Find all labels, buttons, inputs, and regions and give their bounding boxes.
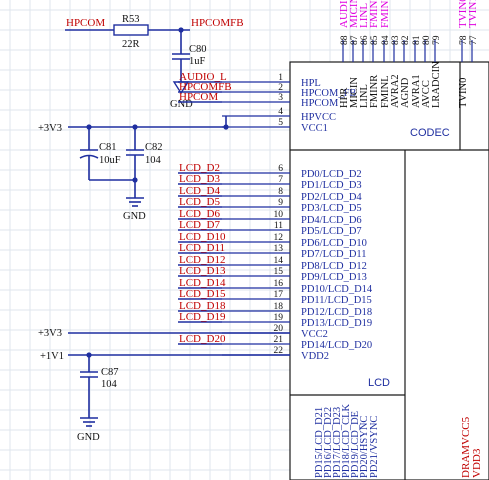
top-pins: AUDIO88HPRMICIN87MICINLINL86LINLFMINR85F… — [338, 0, 479, 108]
top-net-label-84: FMINL — [379, 0, 391, 28]
pin-number-77: 77 — [469, 35, 479, 45]
r53-resistor — [113, 24, 149, 36]
pin-name-19: PD13/LCD_D19 — [301, 318, 372, 329]
pin-name-7: PD1/LCD_D3 — [301, 180, 362, 191]
bottom-pin-name-6: PD21/VSYNC — [369, 416, 380, 478]
c81-value: 10uF — [99, 155, 121, 166]
pin-number-6: 6 — [278, 164, 283, 174]
net-label-7: LCD_D3 — [179, 173, 220, 185]
hpcomfb-net-label: HPCOMFB — [191, 17, 244, 29]
pin-number-2: 2 — [278, 83, 283, 93]
pin-number-7: 7 — [278, 175, 283, 185]
pin-name-82: AGND — [400, 77, 411, 108]
c80-ref: C80 — [189, 44, 207, 55]
pin-number-82: 82 — [401, 35, 411, 45]
net-label-11: LCD_D7 — [179, 219, 220, 231]
v11-label: +1V1 — [40, 351, 64, 362]
pin-number-83: 83 — [391, 35, 401, 45]
gnd-icon — [80, 417, 98, 427]
pin-name-15: PD9/LCD_D13 — [301, 272, 367, 283]
net-label-21: LCD_D20 — [179, 333, 226, 345]
net-label-15: LCD_D13 — [179, 265, 226, 277]
pin-number-8: 8 — [278, 187, 283, 197]
pin-name-17: PD11/LCD_D15 — [301, 295, 372, 306]
pin-number-12: 12 — [274, 233, 284, 243]
pin-number-1: 1 — [278, 73, 283, 83]
pin-number-9: 9 — [278, 198, 283, 208]
top-net-label-77: TVIN1 — [467, 0, 479, 28]
pin-number-86: 86 — [360, 35, 370, 45]
pin-number-80: 80 — [422, 35, 432, 45]
pin-name-13: PD7/LCD_D11 — [301, 249, 367, 260]
pin-number-10: 10 — [274, 210, 284, 220]
gnd-icon — [126, 197, 144, 207]
pin-name-85: FMINR — [369, 75, 380, 108]
pin-number-14: 14 — [274, 256, 284, 266]
schematic: CODEC LCD HPCOM HPCOMFB R53 22R C80 1uF … — [0, 0, 489, 480]
pin-number-20: 20 — [274, 324, 284, 334]
codec-block-label: CODEC — [410, 127, 450, 139]
hpcom-net-label: HPCOM — [66, 17, 105, 29]
gnd-label-c82: GND — [123, 211, 146, 222]
pin-name-11: PD5/LCD_D7 — [301, 226, 362, 237]
pin-number-87: 87 — [350, 35, 360, 45]
pin-number-79: 79 — [432, 35, 442, 45]
lcd-block-label: LCD — [368, 377, 390, 389]
net-label-9: LCD_D5 — [179, 196, 220, 208]
net-label-3: HPCOM — [179, 91, 218, 103]
c81-ref: C81 — [99, 142, 117, 153]
pin-name-10: PD4/LCD_D6 — [301, 215, 362, 226]
c87-value: 104 — [101, 379, 118, 390]
c87-ref: C87 — [101, 367, 119, 378]
pin-name-12: PD6/LCD_D10 — [301, 238, 367, 249]
junction-gnd-c82 — [132, 177, 138, 183]
pin-name-6: PD0/LCD_D2 — [301, 169, 362, 180]
pin-name-21: PD14/LCD_D20 — [301, 340, 372, 351]
r53-value: 22R — [122, 39, 140, 50]
pin-number-21: 21 — [274, 335, 284, 345]
pin-number-88: 88 — [340, 35, 350, 45]
pin-number-84: 84 — [381, 35, 391, 45]
pin-number-4: 4 — [278, 107, 283, 117]
pin-name-3: HPCOM — [301, 98, 339, 109]
pin-number-17: 17 — [274, 290, 284, 300]
pin-number-85: 85 — [370, 35, 380, 45]
pin-number-16: 16 — [274, 279, 284, 289]
pin-name-4: HPVCC — [301, 112, 336, 123]
pin-number-15: 15 — [274, 267, 284, 277]
pin-number-18: 18 — [274, 302, 284, 312]
bottom-pin-name-8: VDD3 — [471, 448, 483, 478]
pin-name-78: TVIN0 — [458, 78, 469, 108]
pin-name-8: PD2/LCD_D4 — [301, 192, 362, 203]
pin-name-9: PD3/LCD_D5 — [301, 203, 362, 214]
pin-number-81: 81 — [412, 35, 422, 45]
pin-name-5: VCC1 — [301, 123, 328, 134]
net-label-17: LCD_D15 — [179, 288, 226, 300]
pin-number-3: 3 — [278, 93, 283, 103]
c82-value: 104 — [145, 155, 162, 166]
pin-name-20: VCC2 — [301, 329, 328, 340]
r53-ref: R53 — [122, 14, 140, 25]
c82-ref: C82 — [145, 142, 163, 153]
pin-number-5: 5 — [278, 118, 283, 128]
pin-name-79: LRADCIN — [431, 61, 442, 108]
gnd-label-c87: GND — [77, 432, 100, 443]
pin-name-14: PD8/LCD_D12 — [301, 261, 367, 272]
pin-number-11: 11 — [274, 221, 283, 231]
pin-name-18: PD12/LCD_D18 — [301, 307, 372, 318]
pin-number-19: 19 — [274, 313, 284, 323]
pin-number-22: 22 — [274, 346, 284, 356]
pin-name-22: VDD2 — [301, 351, 329, 362]
pin-number-13: 13 — [274, 244, 284, 254]
pin-name-16: PD10/LCD_D14 — [301, 284, 373, 295]
v33-label-bottom: +3V3 — [38, 328, 62, 339]
pin-number-78: 78 — [459, 35, 469, 45]
c80-value: 1uF — [189, 56, 206, 67]
v33-label-top: +3V3 — [38, 123, 62, 134]
net-label-19: LCD_D19 — [179, 311, 226, 323]
net-label-13: LCD_D11 — [179, 242, 225, 254]
